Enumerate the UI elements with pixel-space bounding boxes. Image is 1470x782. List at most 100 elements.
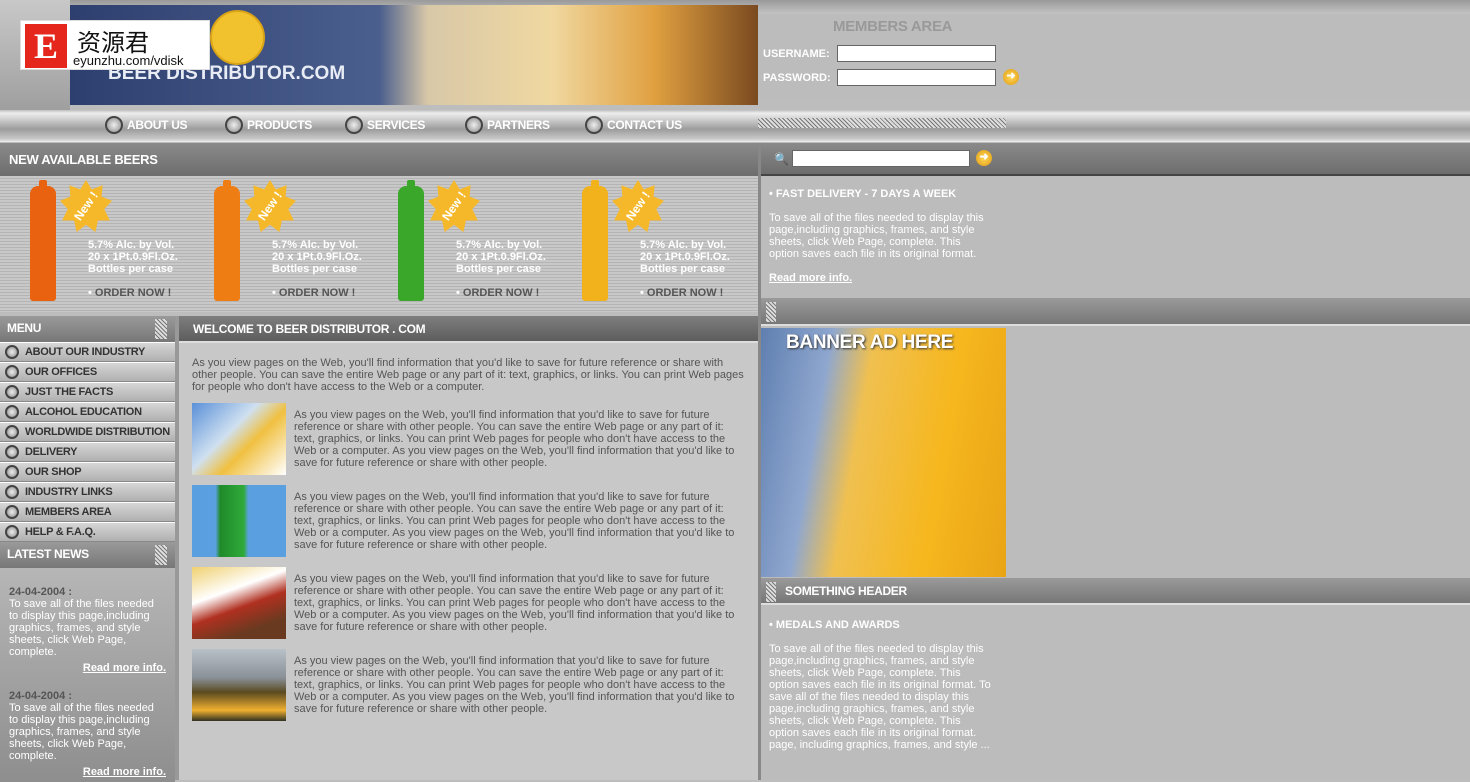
menu-list: ABOUT OUR INDUSTRY OUR OFFICES JUST THE FA… <box>0 342 175 542</box>
news-read-more[interactable]: Read more info. <box>9 662 166 674</box>
members-area: MEMBERS AREA USERNAME: PASSWORD: ➜ <box>758 14 1470 98</box>
green-bottle-image <box>192 485 286 557</box>
bullet: • <box>456 287 463 299</box>
menu-item[interactable]: DELIVERY <box>0 442 175 462</box>
new-badge: New ! <box>60 180 112 232</box>
order-now-link[interactable]: • ORDER NOW ! <box>640 287 723 299</box>
beer-info: 5.7% Alc. by Vol. 20 x 1Pt.0.9Fl.Oz. Bottl… <box>640 239 730 275</box>
food-image <box>192 567 286 639</box>
medals-title: • MEDALS AND AWARDS <box>769 619 900 631</box>
nav-label: ABOUT US <box>127 118 188 132</box>
beer-size: 20 x 1Pt.0.9Fl.Oz. <box>456 251 546 263</box>
news-list: 24-04-2004 : To save all of the files nee… <box>0 568 175 782</box>
bottle-image <box>214 180 240 301</box>
beer-size: 20 x 1Pt.0.9Fl.Oz. <box>640 251 730 263</box>
article-list: As you view pages on the Web, you'll fin… <box>192 403 745 721</box>
watermark: E 资源君 eyunzhu.com/vdisk <box>20 20 210 70</box>
new-badge-label: New ! <box>623 188 653 224</box>
menu-item[interactable]: JUST THE FACTS <box>0 382 175 402</box>
knob-icon <box>225 116 243 134</box>
pattern-icon <box>155 319 167 339</box>
beer-case: Bottles per case <box>456 263 541 275</box>
something-header-title: SOMETHING HEADER <box>785 584 907 598</box>
news-date: 24-04-2004 : <box>9 690 72 702</box>
new-badge-label: New ! <box>255 188 285 224</box>
nav-label: SERVICES <box>367 118 426 132</box>
article-row: As you view pages on the Web, you'll fin… <box>192 403 745 475</box>
menu-item[interactable]: OUR SHOP <box>0 462 175 482</box>
order-now-link[interactable]: • ORDER NOW ! <box>272 287 355 299</box>
knob-icon <box>105 116 123 134</box>
menu-item-label: HELP & F.A.Q. <box>25 526 96 538</box>
bullet: • <box>88 287 95 299</box>
new-badge: New ! <box>428 180 480 232</box>
beer-case: Bottles per case <box>640 263 725 275</box>
news-header: LATEST NEWS <box>0 542 175 568</box>
bottle-image <box>30 180 56 301</box>
beers-header: NEW AVAILABLE BEERS <box>0 143 758 176</box>
login-button[interactable]: ➜ <box>1003 69 1019 85</box>
bottle-neck <box>407 180 415 210</box>
username-input[interactable] <box>837 45 996 62</box>
order-now-link[interactable]: • ORDER NOW ! <box>456 287 539 299</box>
article-text: As you view pages on the Web, you'll fin… <box>294 655 735 715</box>
beer-alc: 5.7% Alc. by Vol. <box>640 239 727 251</box>
password-label: PASSWORD: <box>763 72 831 84</box>
beer-info: 5.7% Alc. by Vol. 20 x 1Pt.0.9Fl.Oz. Bottl… <box>272 239 362 275</box>
nav-about-us[interactable]: ABOUT US <box>105 116 188 134</box>
sidebar: MENU ABOUT OUR INDUSTRY OUR OFFICES JUST T… <box>0 316 175 782</box>
beer-info: 5.7% Alc. by Vol. 20 x 1Pt.0.9Fl.Oz. Bottl… <box>456 239 546 275</box>
knob-icon <box>465 116 483 134</box>
menu-item[interactable]: HELP & F.A.Q. <box>0 522 175 542</box>
beer-size: 20 x 1Pt.0.9Fl.Oz. <box>272 251 362 263</box>
nav-contact-us[interactable]: CONTACT US <box>585 116 682 134</box>
beer-alc: 5.7% Alc. by Vol. <box>88 239 175 251</box>
menu-item[interactable]: OUR OFFICES <box>0 362 175 382</box>
news-read-more[interactable]: Read more info. <box>9 766 166 778</box>
something-header: SOMETHING HEADER <box>761 578 1470 605</box>
pattern-icon <box>766 302 776 322</box>
menu-item[interactable]: INDUSTRY LINKS <box>0 482 175 502</box>
intro-text: As you view pages on the Web, you'll fin… <box>192 357 744 393</box>
knob-icon <box>5 445 19 459</box>
nav-partners[interactable]: PARTNERS <box>465 116 550 134</box>
menu-item[interactable]: MEMBERS AREA <box>0 502 175 522</box>
news-date: 24-04-2004 : <box>9 586 72 598</box>
new-badge-label: New ! <box>71 188 101 224</box>
nav-label: CONTACT US <box>607 118 682 132</box>
delivery-read-more[interactable]: Read more info. <box>769 272 993 284</box>
nav-products[interactable]: PRODUCTS <box>225 116 312 134</box>
menu-item-label: WORLDWIDE DISTRIBUTION <box>25 426 170 438</box>
menu-item[interactable]: WORLDWIDE DISTRIBUTION <box>0 422 175 442</box>
top-nav: ABOUT US PRODUCTS SERVICES PARTNERS CONT… <box>0 110 1470 142</box>
banner-ad[interactable]: BANNER AD HERE <box>761 328 1006 577</box>
article-text: As you view pages on the Web, you'll fin… <box>294 409 735 469</box>
bullet: • <box>272 287 279 299</box>
knob-icon <box>5 405 19 419</box>
knob-icon <box>5 385 19 399</box>
new-badge: New ! <box>612 180 664 232</box>
menu-item-label: JUST THE FACTS <box>25 386 114 398</box>
search-input[interactable] <box>792 150 970 167</box>
article-row: As you view pages on the Web, you'll fin… <box>192 485 745 557</box>
medals-text: To save all of the files needed to displ… <box>769 643 991 751</box>
nav-label: PRODUCTS <box>247 118 312 132</box>
bullet: • <box>640 287 647 299</box>
magnifier-icon: 🔍 <box>774 152 789 166</box>
beer-card: New ! 5.7% Alc. by Vol. 20 x 1Pt.0.9Fl.Oz… <box>552 176 736 312</box>
menu-item[interactable]: ABOUT OUR INDUSTRY <box>0 342 175 362</box>
article-row: As you view pages on the Web, you'll fin… <box>192 649 745 721</box>
pattern-icon <box>155 545 167 565</box>
menu-item-label: INDUSTRY LINKS <box>25 486 113 498</box>
order-now-link[interactable]: • ORDER NOW ! <box>88 287 171 299</box>
nav-label: PARTNERS <box>487 118 550 132</box>
menu-item[interactable]: ALCOHOL EDUCATION <box>0 402 175 422</box>
knob-icon <box>5 465 19 479</box>
beer-toast-image <box>192 403 286 475</box>
watermark-letter: E <box>25 24 67 68</box>
password-input[interactable] <box>837 69 996 86</box>
nav-services[interactable]: SERVICES <box>345 116 425 134</box>
search-button[interactable]: ➜ <box>976 150 992 166</box>
knob-icon <box>5 485 19 499</box>
menu-header: MENU <box>0 316 175 342</box>
